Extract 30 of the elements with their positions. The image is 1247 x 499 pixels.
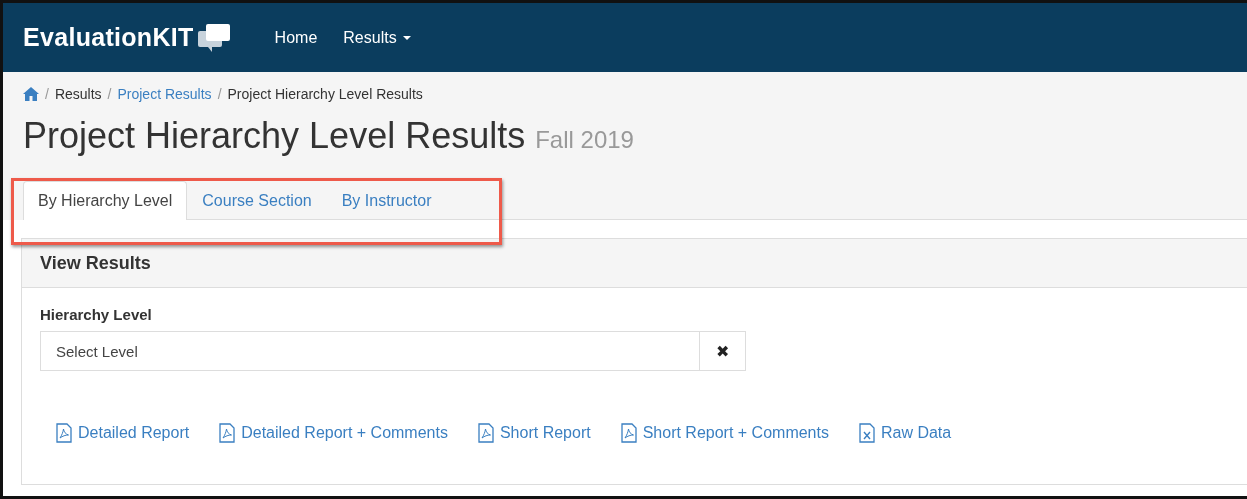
breadcrumb-separator: /: [45, 86, 49, 102]
tab[interactable]: By Instructor: [326, 181, 447, 220]
report-link[interactable]: Detailed Report: [56, 423, 190, 443]
pdf-file-icon: [219, 423, 236, 443]
pdf-file-icon: [620, 423, 637, 443]
breadcrumb-item: Results: [54, 86, 102, 102]
field-label: Hierarchy Level: [40, 306, 153, 323]
page-title: Project Hierarchy Level Results: [23, 115, 526, 157]
spreadsheet-file-icon: [858, 423, 875, 443]
tab[interactable]: By Hierarchy Level: [23, 181, 188, 220]
breadcrumb-separator: /: [107, 86, 112, 102]
nav-link[interactable]: Results: [330, 28, 424, 47]
speech-bubbles-icon: [197, 21, 232, 54]
breadcrumb-link[interactable]: Project Results: [117, 86, 212, 102]
level-select[interactable]: Select Level ✖: [40, 331, 746, 371]
report-link[interactable]: Raw Data: [858, 423, 952, 443]
panel-heading: View Results: [22, 239, 1247, 288]
breadcrumb-item: Project Hierarchy Level Results: [227, 86, 423, 102]
breadcrumb-separator: /: [217, 86, 222, 102]
report-link[interactable]: Detailed Report + Comments: [219, 423, 448, 443]
pdf-file-icon: [477, 423, 494, 443]
page-subtitle: Fall 2019: [535, 126, 634, 154]
home-icon[interactable]: [23, 87, 39, 101]
report-link[interactable]: Short Report + Comments: [620, 423, 829, 443]
brand-name: EvaluationKIT: [23, 23, 194, 52]
report-link[interactable]: Short Report: [477, 423, 591, 443]
pdf-file-icon: [56, 423, 72, 443]
nav-link[interactable]: Home: [261, 28, 331, 47]
tab[interactable]: Course Section: [187, 181, 327, 220]
caret-icon: [402, 35, 411, 40]
